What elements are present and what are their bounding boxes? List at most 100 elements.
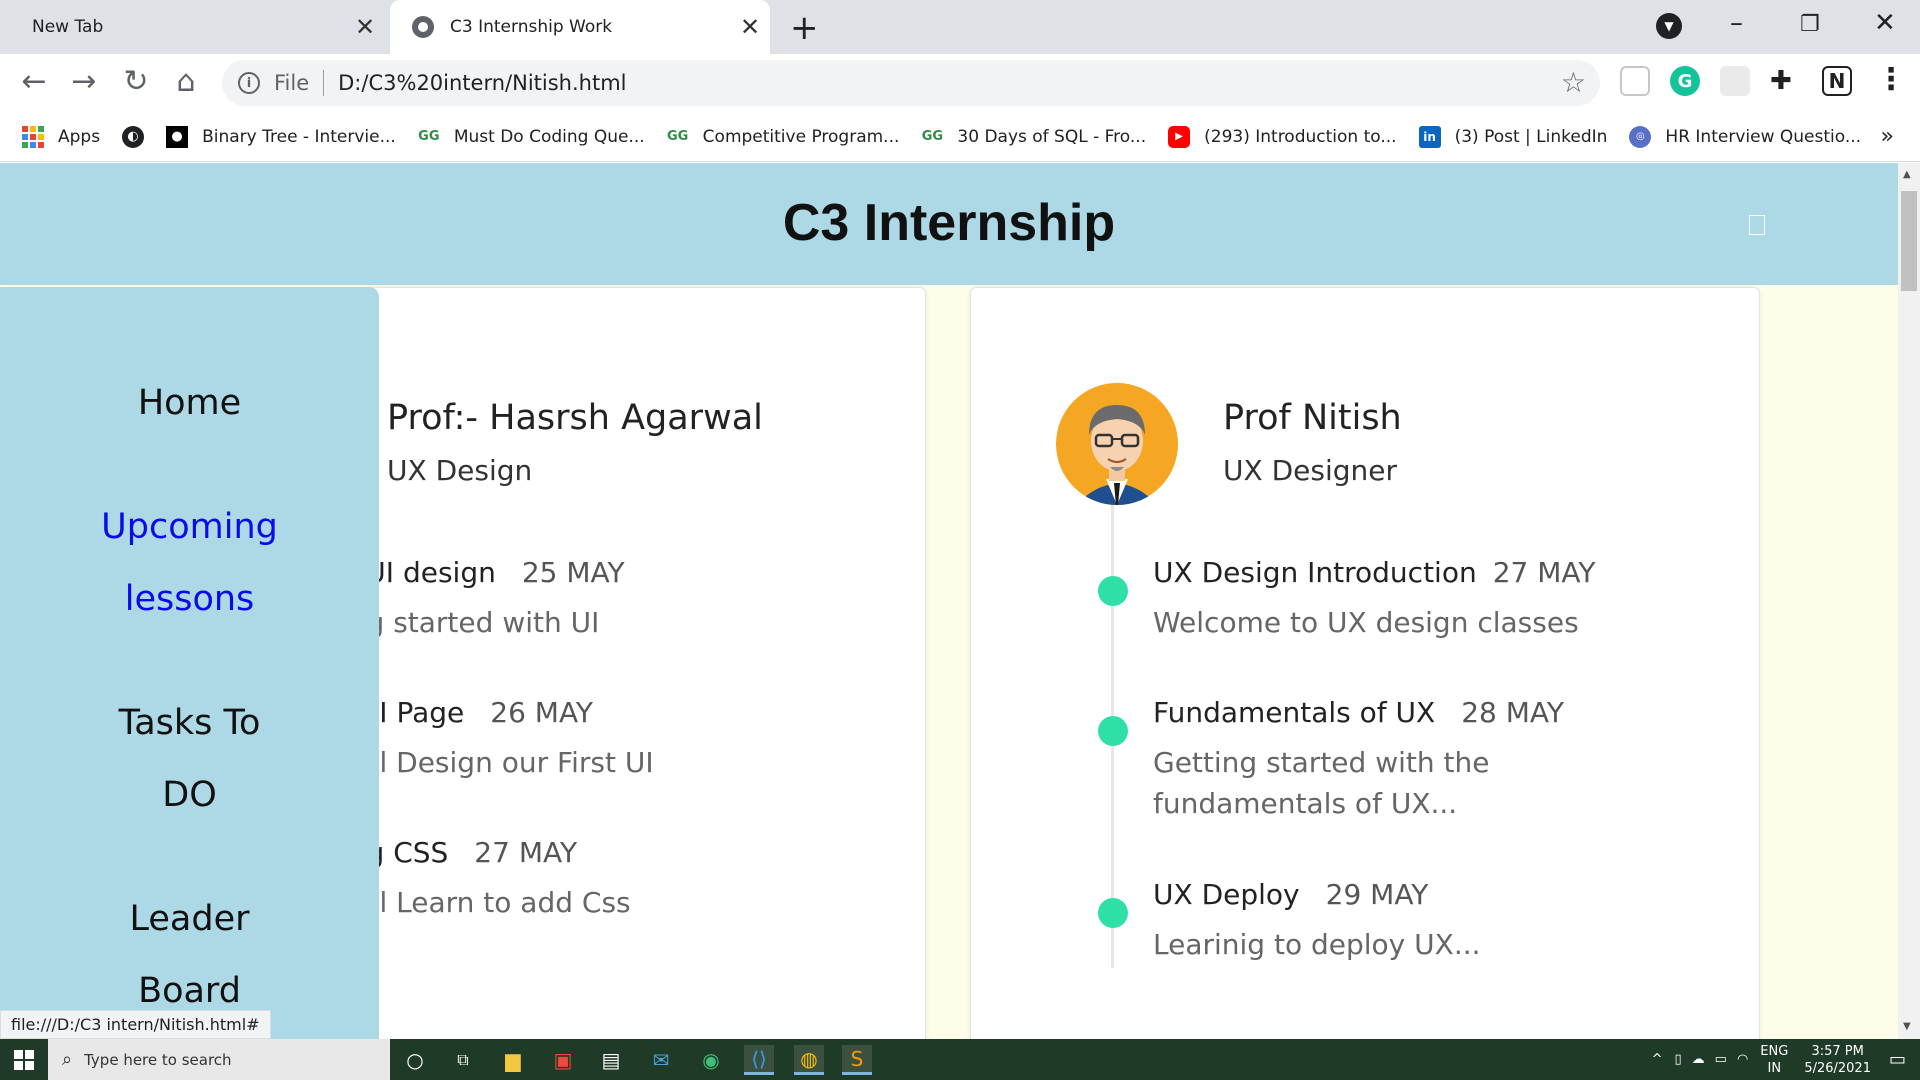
bookmark-apps[interactable]: Apps (22, 125, 101, 148)
lesson-item[interactable]: c UI design 25 MAY ing started with UI (341, 556, 625, 644)
scroll-thumb[interactable] (1901, 191, 1917, 291)
professor-role: UX Designer (1223, 454, 1397, 487)
close-tab-icon[interactable]: ✕ (345, 13, 385, 41)
lesson-item[interactable]: Fundamentals of UX 28 MAY Getting started… (1153, 696, 1564, 824)
lesson-item[interactable]: . UI Page 26 MAY will Design our First UI (341, 696, 654, 784)
lesson-description: will Learn to add Css (341, 886, 631, 919)
forward-icon[interactable]: → (64, 64, 104, 99)
windows-taskbar: ⌕ Type here to search ○ ⧉ ▆ ▣ ▤ ✉ ◉ ⟨⟩ ◍… (0, 1039, 1920, 1080)
bookmark-star-icon[interactable]: ☆ (1561, 66, 1586, 99)
tab-new-tab[interactable]: New Tab ✕ (0, 0, 385, 54)
sidebar-item-leader-board[interactable]: Leader Board (0, 883, 379, 1027)
lesson-description: Welcome to UX design classes (1153, 606, 1579, 639)
sidebar-item-tasks-to-do[interactable]: Tasks To DO (0, 687, 379, 831)
battery-icon[interactable]: ▭ (1715, 1052, 1727, 1067)
bookmark-linkedin[interactable]: in (3) Post | LinkedIn (1418, 125, 1607, 148)
geeksforgeeks-icon: GG (667, 129, 689, 144)
lesson-description: Getting started with the fundamentals of… (1153, 746, 1490, 820)
lesson-title: UX Deploy (1153, 878, 1300, 911)
address-bar[interactable]: i File D:/C3%20intern/Nitish.html ☆ (222, 60, 1600, 106)
scroll-down-icon[interactable]: ▼ (1903, 1021, 1911, 1032)
scroll-up-icon[interactable]: ▲ (1903, 169, 1911, 180)
clock-time: 3:57 PM (1811, 1043, 1864, 1059)
profile-avatar[interactable]: N (1822, 66, 1852, 96)
chrome-icon[interactable]: ◍ (794, 1045, 824, 1075)
puzzle-extensions-icon[interactable]: ✚ (1770, 66, 1800, 96)
show-hidden-icons-icon[interactable]: ^ (1652, 1052, 1663, 1067)
lesson-item[interactable]: UX Deploy 29 MAY Learinig to deploy UX... (1153, 878, 1481, 966)
geeksforgeeks-icon: GG (418, 129, 440, 144)
sidebar-item-home[interactable]: Home (0, 367, 379, 439)
tab-strip: New Tab ✕ C3 Internship Work ✕ + ▼ – ❐ ✕ (0, 0, 1920, 54)
lesson-date: 27 MAY (474, 836, 578, 869)
bookmark-globe[interactable]: ◐ (122, 125, 145, 148)
restore-icon[interactable]: ❐ (1800, 12, 1820, 37)
sidebar-item-upcoming-lessons[interactable]: Upcoming lessons (0, 491, 379, 635)
lesson-item[interactable]: UX Design Introduction 27 MAY Welcome to … (1153, 556, 1596, 644)
bookmark-competitive-programming[interactable]: GG Competitive Program... (667, 126, 900, 148)
info-icon[interactable]: i (238, 72, 260, 94)
bookmarks-bar: Apps ◐ ● Binary Tree - Intervie... GG Mu… (0, 112, 1920, 162)
pocket-extension-icon[interactable] (1620, 66, 1650, 96)
lesson-description: Learinig to deploy UX... (1153, 928, 1481, 961)
file-explorer-icon[interactable]: ▆ (498, 1045, 528, 1075)
mail-icon[interactable]: ✉ (646, 1045, 676, 1075)
onedrive-icon[interactable]: ☁ (1692, 1052, 1705, 1067)
site-header: C3 Internship (0, 163, 1898, 285)
professor-role: UX Design (387, 454, 533, 487)
network-adapter-icon[interactable]: ▯ (1675, 1052, 1682, 1067)
minimize-icon[interactable]: – (1730, 8, 1743, 38)
lesson-date: 29 MAY (1325, 878, 1429, 911)
extension-icon[interactable] (1720, 66, 1750, 96)
professor-card-right: Prof Nitish UX Designer UX Design Introd… (970, 287, 1760, 1039)
professor-name: Prof:- Hasrsh Agarwal (387, 398, 763, 438)
windows-start-icon[interactable] (14, 1050, 34, 1070)
bookmark-label: Competitive Program... (702, 126, 900, 147)
bookmark-hr-interview[interactable]: ◎ HR Interview Questio... (1629, 125, 1861, 148)
geeksforgeeks-icon: GG (921, 129, 944, 144)
lesson-date: 26 MAY (490, 696, 594, 729)
task-view-icon[interactable]: ⧉ (448, 1045, 478, 1075)
close-window-icon[interactable]: ✕ (1874, 8, 1896, 38)
back-icon[interactable]: ← (14, 64, 54, 99)
globe-icon (412, 16, 434, 38)
system-tray: ^ ▯ ☁ ▭ ◠ ENG IN 3:57 PM 5/26/2021 ▭ (1652, 1039, 1920, 1080)
close-tab-icon[interactable]: ✕ (730, 13, 770, 41)
new-tab-button[interactable]: + (790, 8, 819, 48)
microsoft-store-icon[interactable]: ▤ (596, 1045, 626, 1075)
chrome-menu-icon[interactable]: ⋮ (1876, 62, 1906, 97)
sublime-text-icon[interactable]: S (842, 1045, 872, 1075)
edge-icon[interactable]: ◉ (696, 1045, 726, 1075)
bookmark-label: Apps (58, 126, 101, 147)
tab-c3-internship-work[interactable]: C3 Internship Work ✕ (390, 0, 770, 54)
language-indicator[interactable]: ENG IN (1760, 1043, 1788, 1077)
home-icon[interactable]: ⌂ (166, 64, 206, 99)
medium-icon: ● (166, 125, 189, 148)
reload-icon[interactable]: ↻ (116, 64, 156, 99)
bookmark-label: Must Do Coding Que... (453, 126, 645, 147)
bookmark-30-days-sql[interactable]: GG 30 Days of SQL - Fro... (921, 126, 1146, 148)
lesson-title: UX Design Introduction (1153, 556, 1477, 589)
page-scrollbar[interactable]: ▲ ▼ (1898, 163, 1920, 1039)
bookmark-youtube[interactable]: ▶ (293) Introduction to... (1168, 125, 1397, 148)
tab-search-icon[interactable]: ▼ (1656, 13, 1682, 39)
lesson-item[interactable]: ing CSS 27 MAY will Learn to add Css (341, 836, 631, 924)
professor-name: Prof Nitish (1223, 398, 1402, 438)
tab-label: New Tab (32, 17, 104, 37)
notifications-icon[interactable]: ▭ (1889, 1049, 1906, 1070)
taskbar-search-box[interactable]: ⌕ Type here to search (48, 1039, 390, 1080)
lesson-description: will Design our First UI (341, 746, 654, 779)
more-bookmarks-icon[interactable]: » (1881, 124, 1894, 149)
bookmark-binary-tree[interactable]: ● Binary Tree - Intervie... (166, 125, 396, 148)
clock[interactable]: 3:57 PM 5/26/2021 (1804, 1043, 1871, 1077)
grammarly-extension-icon[interactable]: G (1670, 66, 1700, 96)
lesson-description: ing started with UI (341, 606, 600, 639)
gift-app-icon[interactable]: ▣ (548, 1045, 578, 1075)
bookmark-must-do-coding[interactable]: GG Must Do Coding Que... (418, 126, 645, 148)
wifi-icon[interactable]: ◠ (1737, 1052, 1748, 1067)
cortana-icon[interactable]: ○ (400, 1045, 430, 1075)
menu-toggle-box[interactable] (1749, 215, 1765, 235)
url-text[interactable]: D:/C3%20intern/Nitish.html (338, 71, 626, 95)
vscode-icon[interactable]: ⟨⟩ (744, 1045, 774, 1075)
professor-avatar (1056, 383, 1178, 505)
